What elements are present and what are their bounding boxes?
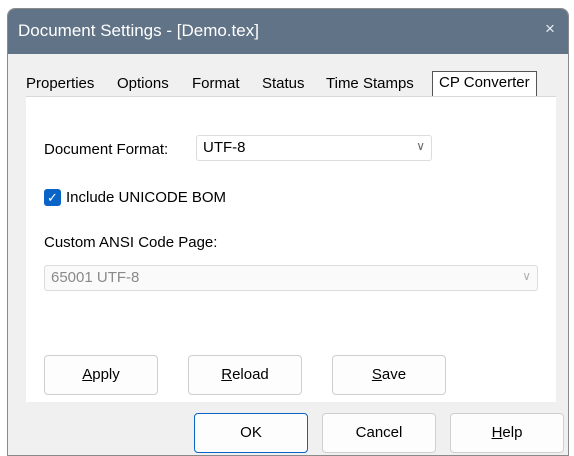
custom-codepage-select[interactable]: 65001 UTF-8 ∨ — [44, 265, 538, 291]
apply-label-suffix: pply — [92, 366, 120, 383]
reload-button[interactable]: Reload — [188, 355, 302, 395]
include-bom-label[interactable]: Include UNICODE BOM — [66, 189, 226, 206]
tab-time-stamps[interactable]: Time Stamps — [326, 73, 414, 95]
save-accelerator: S — [371, 366, 382, 383]
tab-cp-converter[interactable]: CP Converter — [432, 71, 537, 96]
custom-codepage-value: 65001 UTF-8 — [51, 269, 140, 286]
chevron-down-icon[interactable]: ∨ — [522, 269, 531, 283]
tab-status[interactable]: Status — [262, 73, 305, 95]
include-bom-checkbox[interactable]: ✓ — [44, 189, 61, 206]
help-accelerator: H — [491, 424, 503, 441]
reload-accelerator: R — [221, 366, 233, 383]
title-bar: Document Settings - [Demo.tex] × — [8, 9, 568, 54]
apply-button[interactable]: Apply — [44, 355, 158, 395]
cp-converter-panel: Document Format: UTF-8 ∨ ✓ Include UNICO… — [26, 96, 556, 402]
save-button[interactable]: Save — [332, 355, 446, 395]
tab-strip: Properties Options Format Status Time St… — [26, 71, 556, 97]
reload-label-suffix: eload — [232, 366, 269, 383]
custom-codepage-label: Custom ANSI Code Page: — [44, 234, 218, 251]
tab-properties[interactable]: Properties — [26, 73, 94, 95]
chevron-down-icon[interactable]: ∨ — [416, 139, 425, 153]
document-format-value: UTF-8 — [203, 139, 246, 156]
tab-format[interactable]: Format — [192, 73, 240, 95]
apply-accelerator: A — [82, 366, 93, 383]
document-settings-dialog: Document Settings - [Demo.tex] × Propert… — [7, 8, 569, 456]
document-format-label: Document Format: — [44, 141, 169, 158]
window-title: Document Settings - [Demo.tex] — [18, 21, 259, 40]
save-label-suffix: ave — [381, 366, 407, 383]
close-icon[interactable]: × — [540, 19, 560, 39]
help-button[interactable]: Help — [450, 413, 564, 453]
help-label-suffix: elp — [502, 424, 523, 441]
cancel-button[interactable]: Cancel — [322, 413, 436, 453]
tab-options[interactable]: Options — [117, 73, 169, 95]
document-format-select[interactable]: UTF-8 ∨ — [196, 135, 432, 161]
ok-button[interactable]: OK — [194, 413, 308, 453]
checkmark-icon: ✓ — [47, 190, 58, 205]
